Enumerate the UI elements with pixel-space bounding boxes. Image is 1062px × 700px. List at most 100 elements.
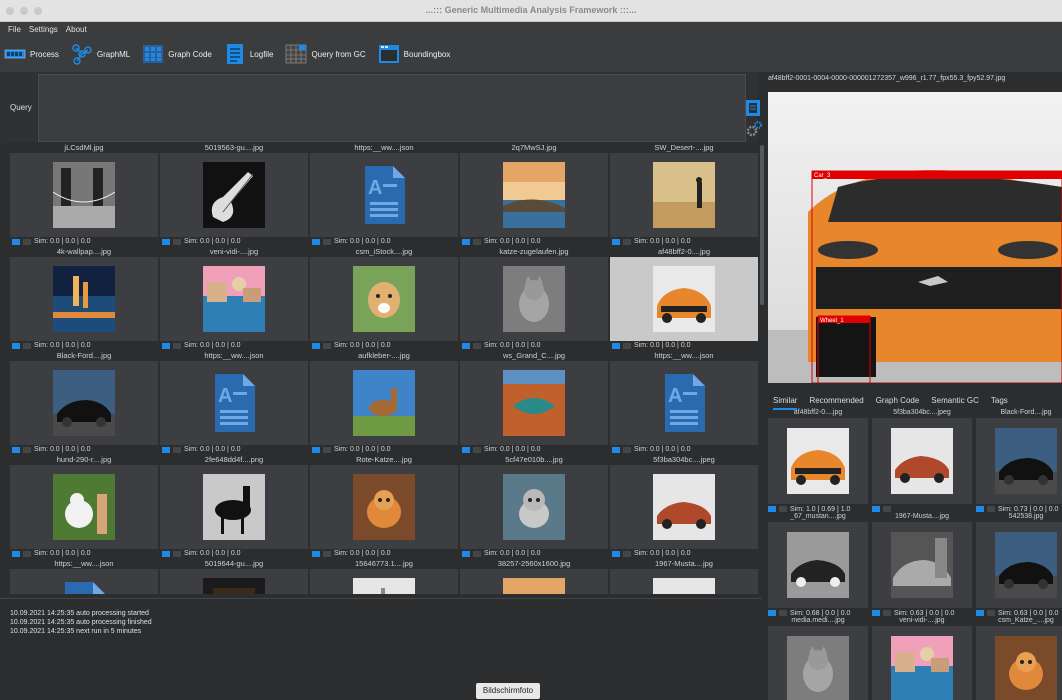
similar-item-thumbnail[interactable] (976, 418, 1062, 504)
similar-item-thumbnail[interactable] (768, 418, 868, 504)
graph-toggle-icon[interactable] (12, 238, 20, 245)
tag-toggle-icon[interactable] (323, 446, 331, 453)
media-item-thumbnail[interactable]: A (610, 361, 758, 445)
query-input[interactable] (38, 74, 746, 142)
graph-toggle-icon[interactable] (612, 446, 620, 453)
similar-item-thumbnail[interactable] (872, 418, 972, 504)
similar-item[interactable]: _67_mustan....jpg Sim: 0.68 | 0.0 | 0.0 (768, 512, 868, 619)
tag-toggle-icon[interactable] (173, 342, 181, 349)
graph-toggle-icon[interactable] (462, 342, 470, 349)
graph-toggle-icon[interactable] (312, 342, 320, 349)
graph-toggle-icon[interactable] (162, 238, 170, 245)
media-item-thumbnail[interactable] (460, 569, 608, 594)
tag-toggle-icon[interactable] (623, 342, 631, 349)
media-grid-scrollbar[interactable] (760, 145, 764, 305)
media-item-thumbnail[interactable] (460, 153, 608, 237)
similar-item[interactable]: 5f3ba304bc....jpeg (872, 408, 972, 515)
similar-item-thumbnail[interactable] (768, 626, 868, 700)
similar-item-thumbnail[interactable] (872, 626, 972, 700)
media-item-thumbnail[interactable] (460, 361, 608, 445)
graph-toggle-icon[interactable] (312, 238, 320, 245)
graph-code-button[interactable]: Graph Code (142, 43, 212, 65)
media-grid-item[interactable]: katze-zugelaufen.jpg Sim: 0.0 | 0.0 | 0.0 (460, 246, 608, 350)
media-item-thumbnail[interactable] (310, 361, 458, 445)
tag-toggle-icon[interactable] (173, 238, 181, 245)
media-item-thumbnail[interactable] (610, 569, 758, 594)
media-item-thumbnail[interactable] (160, 465, 308, 549)
graph-toggle-icon[interactable] (12, 446, 20, 453)
boundingbox-button[interactable]: Boundingbox (378, 43, 450, 65)
media-item-thumbnail[interactable] (310, 257, 458, 341)
media-grid-item[interactable]: 4k-wallpap....jpg Sim: 0.0 | 0.0 | 0.0 (10, 246, 158, 350)
media-item-thumbnail[interactable] (160, 257, 308, 341)
graph-toggle-icon[interactable] (162, 342, 170, 349)
similar-item[interactable]: csm_Katze_....jpg (976, 616, 1062, 700)
media-grid-item[interactable]: jLCsdMl.jpg Sim: 0.0 | 0.0 | 0.0 (10, 142, 158, 246)
process-button[interactable]: Process (4, 43, 59, 65)
similar-item[interactable]: media.medi....jpg (768, 616, 868, 700)
similar-item[interactable]: af48bff2-0....jpg Sim: 1.0 | 0.69 | 1.0 (768, 408, 868, 515)
tag-toggle-icon[interactable] (323, 550, 331, 557)
media-grid-item[interactable]: 2fe648dd4f....png Sim: 0.0 | 0.0 | 0.0 (160, 454, 308, 558)
media-grid-item[interactable]: https:__ww....json A Sim: 0.0 | 0.0 | 0.0 (610, 350, 758, 454)
media-grid-item[interactable]: hund-290-r....jpg Sim: 0.0 | 0.0 | 0.0 (10, 454, 158, 558)
media-item-thumbnail[interactable] (610, 465, 758, 549)
tag-toggle-icon[interactable] (473, 446, 481, 453)
media-grid-item[interactable]: Rote-Katze....jpg Sim: 0.0 | 0.0 | 0.0 (310, 454, 458, 558)
media-grid-item[interactable]: 38257-2560x1600.jpg (460, 558, 608, 594)
media-grid-item[interactable]: veni-vidi-....jpg Sim: 0.0 | 0.0 | 0.0 (160, 246, 308, 350)
media-grid-item[interactable]: csm_iStock....jpg Sim: 0.0 | 0.0 | 0.0 (310, 246, 458, 350)
media-item-thumbnail[interactable] (10, 465, 158, 549)
media-grid-item[interactable]: 5019563-gu....jpg Sim: 0.0 | 0.0 | 0.0 (160, 142, 308, 246)
tag-toggle-icon[interactable] (623, 446, 631, 453)
media-grid-item[interactable]: https:__ww....json A Sim: 0.0 | 0.0 | 0.0 (160, 350, 308, 454)
similar-item-thumbnail[interactable] (976, 626, 1062, 700)
media-grid-item[interactable]: https:__ww....json A (10, 558, 158, 594)
tag-toggle-icon[interactable] (623, 238, 631, 245)
media-grid-item[interactable]: 1967-Musta....jpg (610, 558, 758, 594)
media-grid-item[interactable]: 5cf47e010b....jpg Sim: 0.0 | 0.0 | 0.0 (460, 454, 608, 558)
graph-toggle-icon[interactable] (612, 238, 620, 245)
media-grid-item[interactable]: af48bff2-0....jpg Sim: 0.0 | 0.0 | 0.0 (610, 246, 758, 350)
media-grid-item[interactable]: Black-Ford....jpg Sim: 0.0 | 0.0 | 0.0 (10, 350, 158, 454)
graph-toggle-icon[interactable] (462, 238, 470, 245)
media-item-thumbnail[interactable] (610, 257, 758, 341)
menu-about[interactable]: About (66, 25, 87, 34)
media-item-thumbnail[interactable] (160, 153, 308, 237)
menu-settings[interactable]: Settings (29, 25, 58, 34)
media-grid-item[interactable]: 5019644-gu....jpg (160, 558, 308, 594)
graph-toggle-icon[interactable] (612, 550, 620, 557)
query-from-gc-button[interactable]: Query from GC (285, 43, 366, 65)
tag-toggle-icon[interactable] (323, 342, 331, 349)
media-item-thumbnail[interactable] (310, 569, 458, 594)
graph-toggle-icon[interactable] (162, 550, 170, 557)
tag-toggle-icon[interactable] (23, 550, 31, 557)
media-item-thumbnail[interactable] (160, 569, 308, 594)
tag-toggle-icon[interactable] (173, 550, 181, 557)
tag-toggle-icon[interactable] (23, 446, 31, 453)
media-item-thumbnail[interactable] (10, 257, 158, 341)
similar-item[interactable]: veni-vidi-....jpgSim: 0.15 | 0.0 | 0.0 (872, 616, 972, 700)
graph-toggle-icon[interactable] (12, 342, 20, 349)
tag-toggle-icon[interactable] (473, 238, 481, 245)
media-item-thumbnail[interactable]: A (10, 569, 158, 594)
media-grid-item[interactable]: https:__ww....json A Sim: 0.0 | 0.0 | 0.0 (310, 142, 458, 246)
media-grid-item[interactable]: 5f3ba304bc....jpeg Sim: 0.0 | 0.0 | 0.0 (610, 454, 758, 558)
tag-toggle-icon[interactable] (323, 238, 331, 245)
media-item-thumbnail[interactable] (10, 153, 158, 237)
preview-image[interactable]: Car_3 Wheel_1 (768, 92, 1062, 383)
tag-toggle-icon[interactable] (473, 550, 481, 557)
tag-toggle-icon[interactable] (23, 238, 31, 245)
similar-item-thumbnail[interactable] (976, 522, 1062, 608)
logfile-button[interactable]: Logfile (224, 43, 273, 65)
similar-item[interactable]: Black-Ford....jpg Sim: 0.73 | 0.0 | 0.0 (976, 408, 1062, 515)
tag-toggle-icon[interactable] (473, 342, 481, 349)
media-item-thumbnail[interactable]: A (310, 153, 458, 237)
tag-toggle-icon[interactable] (623, 550, 631, 557)
similar-item[interactable]: 1967-Musta....jpg Sim: 0.63 | 0.0 | 0.0 (872, 512, 972, 619)
save-icon[interactable] (746, 100, 760, 116)
graph-toggle-icon[interactable] (612, 342, 620, 349)
similar-item-thumbnail[interactable] (768, 522, 868, 608)
graph-toggle-icon[interactable] (162, 446, 170, 453)
tag-toggle-icon[interactable] (173, 446, 181, 453)
